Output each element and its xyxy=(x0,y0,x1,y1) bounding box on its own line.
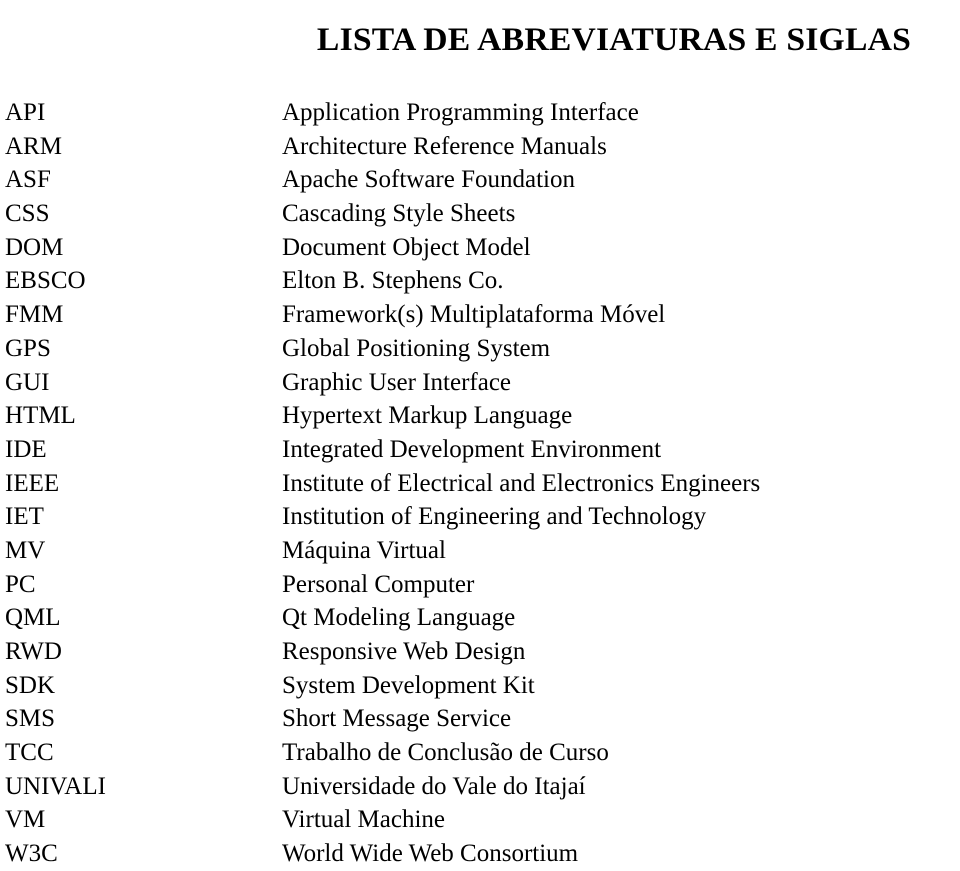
abbreviation-definition: Institution of Engineering and Technolog… xyxy=(282,503,707,531)
abbreviation-definition: Hypertext Markup Language xyxy=(282,402,573,430)
abbreviation-term: SMS xyxy=(5,705,56,733)
abbreviation-term: HTML xyxy=(5,402,76,430)
abbreviation-definition: Global Positioning System xyxy=(282,334,551,362)
abbreviation-term: GPS xyxy=(5,334,51,362)
abbreviation-row: PC Personal Computer xyxy=(0,568,960,602)
abbreviation-term: IET xyxy=(5,503,44,531)
abbreviation-definition: Universidade do Vale do Itajaí xyxy=(282,772,586,800)
abbreviation-row: IDE Integrated Development Environment xyxy=(0,433,960,467)
abbreviation-row: CSS Cascading Style Sheets xyxy=(0,197,960,231)
abbreviation-term: EBSCO xyxy=(5,267,86,295)
abbreviation-term: IEEE xyxy=(5,469,60,497)
abbreviation-definition: Responsive Web Design xyxy=(282,638,526,665)
abbreviation-term: UNIVALI xyxy=(5,772,106,800)
abbreviation-row: VM Virtual Machine xyxy=(0,803,960,837)
abbreviation-row: W3C World Wide Web Consortium xyxy=(0,837,960,871)
abbreviation-term: QML xyxy=(5,604,61,632)
abbreviation-definition: Institute of Electrical and Electronics … xyxy=(282,469,761,497)
abbreviation-term: ARM xyxy=(5,132,62,160)
abbreviation-definition: Elton B. Stephens Co. xyxy=(282,267,504,295)
abbreviation-definition: Application Programming Interface xyxy=(282,99,639,126)
abbreviation-definition: Graphic User Interface xyxy=(282,368,512,396)
abbreviation-term: DOM xyxy=(5,233,64,261)
abbreviation-definition: System Development Kit xyxy=(282,671,535,699)
abbreviation-definition: Trabalho de Conclusão de Curso xyxy=(282,739,609,767)
abbreviation-row: GPS Global Positioning System xyxy=(0,332,960,366)
abbreviation-term: RWD xyxy=(5,638,62,665)
abbreviation-row: IEEE Institute of Electrical and Electron… xyxy=(0,467,960,501)
abbreviation-row: ASF Apache Software Foundation xyxy=(0,163,960,197)
abbreviation-definition: Framework(s) Multiplataforma Móvel xyxy=(282,301,666,329)
abbreviation-row: UNIVALI Universidade do Vale do Itajaí xyxy=(0,770,960,804)
abbreviation-row: IET Institution of Engineering and Techno… xyxy=(0,500,960,534)
abbreviation-row: DOM Document Object Model xyxy=(0,231,960,265)
abbreviation-term: W3C xyxy=(5,840,58,868)
abbreviation-term: SDK xyxy=(5,671,56,699)
abbreviation-definition: Cascading Style Sheets xyxy=(282,200,516,228)
abbreviation-definition: Integrated Development Environment xyxy=(282,435,662,463)
abbreviation-term: TCC xyxy=(5,739,54,767)
abbreviation-row: TCC Trabalho de Conclusão de Curso xyxy=(0,736,960,770)
abbreviation-definition: World Wide Web Consortium xyxy=(282,840,579,868)
abbreviation-definition: Document Object Model xyxy=(282,233,531,261)
abbreviation-row: GUI Graphic User Interface xyxy=(0,366,960,400)
abbreviation-row: HTML Hypertext Markup Language xyxy=(0,399,960,433)
document-page: LISTA DE ABREVIATURAS E SIGLAS API Applic… xyxy=(0,0,960,871)
abbreviation-row: ARM Architecture Reference Manuals xyxy=(0,130,960,164)
abbreviation-row: API Application Programming Interface xyxy=(0,96,960,130)
abbreviation-row: QML Qt Modeling Language xyxy=(0,601,960,635)
abbreviation-row: MV Máquina Virtual xyxy=(0,534,960,568)
abbreviation-term: CSS xyxy=(5,200,50,228)
abbreviation-definition: Personal Computer xyxy=(282,570,475,598)
abbreviation-term: PC xyxy=(5,570,36,598)
abbreviation-term: IDE xyxy=(5,435,47,463)
abbreviation-definition: Qt Modeling Language xyxy=(282,604,516,632)
abbreviation-definition: Máquina Virtual xyxy=(282,536,446,564)
abbreviation-term: VM xyxy=(5,806,46,834)
abbreviation-definition: Virtual Machine xyxy=(282,806,446,834)
abbreviation-definition: Architecture Reference Manuals xyxy=(282,132,607,160)
abbreviation-row: EBSCO Elton B. Stephens Co. xyxy=(0,264,960,298)
abbreviation-definition: Apache Software Foundation xyxy=(282,166,575,194)
abbreviation-term: MV xyxy=(5,536,46,564)
abbreviation-term: ASF xyxy=(5,166,51,194)
abbreviation-term: FMM xyxy=(5,301,64,329)
abbreviation-row: FMM Framework(s) Multiplataforma Móvel xyxy=(0,298,960,332)
page-title: LISTA DE ABREVIATURAS E SIGLAS xyxy=(316,22,912,59)
abbreviation-row: SMS Short Message Service xyxy=(0,702,960,736)
abbreviation-definition: Short Message Service xyxy=(282,705,512,733)
abbreviation-row: SDK System Development Kit xyxy=(0,669,960,703)
abbreviation-row: RWD Responsive Web Design xyxy=(0,635,960,669)
abbreviation-term: GUI xyxy=(5,368,50,396)
abbreviation-term: API xyxy=(5,99,46,126)
abbreviation-list: API Application Programming Interface ARM A… xyxy=(0,96,960,871)
